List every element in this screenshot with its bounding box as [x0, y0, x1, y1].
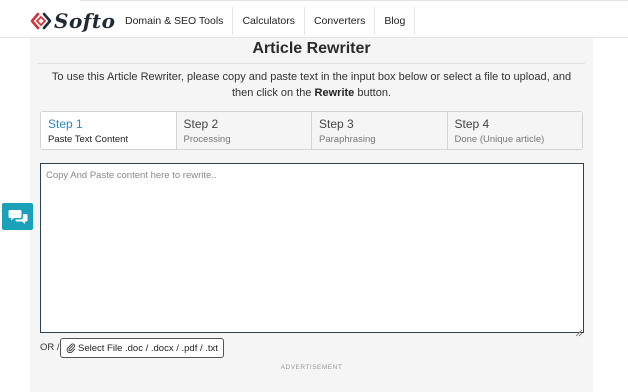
or-label: OR /: [40, 342, 60, 353]
step-description: Done (Unique article): [454, 134, 545, 145]
brand-name: Softo: [54, 9, 116, 33]
intro-text: To use this Article Rewriter, please cop…: [40, 69, 583, 101]
advertisement-label: ADVERTISEMENT: [280, 364, 343, 371]
rewriter-panel: Article Rewriter To use this Article Rew…: [30, 38, 593, 392]
step-number: Step 3: [319, 117, 354, 131]
step-description: Paraphrasing: [319, 134, 376, 145]
title-divider: [38, 63, 585, 64]
step-description: Processing: [183, 134, 231, 145]
code-brackets-icon: [30, 10, 52, 32]
article-input[interactable]: [40, 163, 584, 333]
resize-handle-icon[interactable]: [575, 324, 583, 337]
top-navbar: Softo Domain & SEO Tools Calculators Con…: [0, 0, 628, 38]
step-4: Step 4 Done (Unique article): [447, 112, 582, 149]
intro-prefix: To use this Article Rewriter, please cop…: [51, 71, 572, 99]
step-number: Step 4: [454, 117, 490, 131]
chat-bubbles-icon: [8, 209, 27, 224]
chat-button[interactable]: [2, 203, 33, 230]
select-file-label: Select File .doc / .docx / .pdf / .txt: [78, 342, 218, 354]
select-file-button[interactable]: Select File .doc / .docx / .pdf / .txt: [60, 338, 224, 358]
page-title: Article Rewriter: [252, 40, 371, 57]
brand-logo[interactable]: Softo: [30, 9, 116, 33]
step-description: Paste Text Content: [48, 134, 129, 145]
nav-item-blog[interactable]: Blog: [375, 7, 416, 35]
nav-item-domain-seo-tools[interactable]: Domain & SEO Tools: [116, 7, 234, 35]
intro-bold: Rewrite: [314, 87, 355, 99]
paperclip-icon: [66, 343, 76, 353]
main-nav: Domain & SEO Tools Calculators Converter…: [116, 7, 416, 35]
nav-item-calculators[interactable]: Calculators: [233, 7, 305, 35]
step-number: Step 1: [48, 117, 83, 131]
step-1: Step 1 Paste Text Content: [41, 112, 177, 149]
top-divider: [80, 0, 628, 1]
step-number: Step 2: [183, 117, 219, 131]
step-2: Step 2 Processing: [176, 112, 312, 149]
nav-item-converters[interactable]: Converters: [305, 7, 376, 35]
step-indicator: Step 1 Paste Text Content Step 2 Process…: [40, 111, 583, 150]
intro-suffix: button.: [357, 87, 391, 99]
step-3: Step 3 Paraphrasing: [312, 112, 448, 149]
